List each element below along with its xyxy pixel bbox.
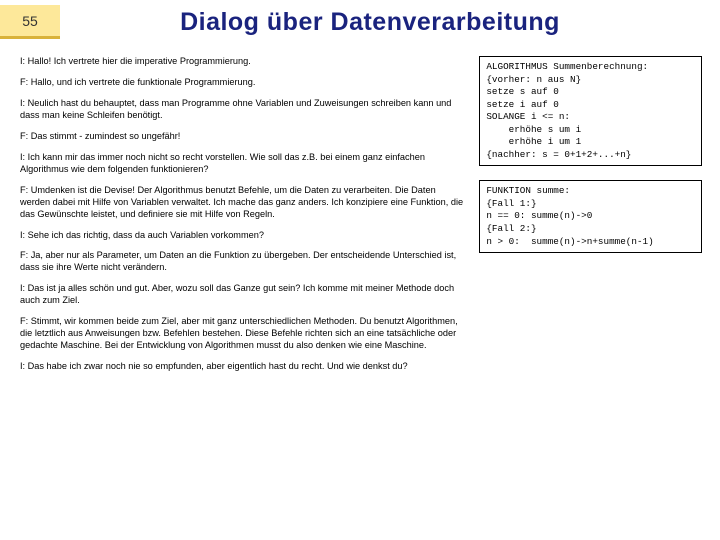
dialog-line: I: Neulich hast du behauptet, dass man P… <box>20 98 465 122</box>
dialog-column: I: Hallo! Ich vertrete hier die imperati… <box>20 56 465 382</box>
slide-number-text: 55 <box>22 13 38 29</box>
dialog-line: F: Stimmt, wir kommen beide zum Ziel, ab… <box>20 316 465 352</box>
dialog-line: I: Das habe ich zwar noch nie so empfund… <box>20 361 465 373</box>
code-box-algorithm: ALGORITHMUS Summenberechnung: {vorher: n… <box>479 56 702 166</box>
dialog-line: I: Ich kann mir das immer noch nicht so … <box>20 152 465 176</box>
dialog-line: F: Das stimmt - zumindest so ungefähr! <box>20 131 465 143</box>
dialog-line: I: Sehe ich das richtig, dass da auch Va… <box>20 230 465 242</box>
dialog-line: F: Umdenken ist die Devise! Der Algorith… <box>20 185 465 221</box>
code-column: ALGORITHMUS Summenberechnung: {vorher: n… <box>479 56 702 382</box>
slide-title: Dialog über Datenverarbeitung <box>60 8 720 37</box>
slide-header: 55 Dialog über Datenverarbeitung <box>0 0 720 44</box>
dialog-line: F: Ja, aber nur als Parameter, um Daten … <box>20 250 465 274</box>
slide-number: 55 <box>0 5 60 39</box>
slide-content: I: Hallo! Ich vertrete hier die imperati… <box>0 44 720 382</box>
slide: 55 Dialog über Datenverarbeitung I: Hall… <box>0 0 720 540</box>
dialog-line: I: Hallo! Ich vertrete hier die imperati… <box>20 56 465 68</box>
dialog-line: F: Hallo, und ich vertrete die funktiona… <box>20 77 465 89</box>
dialog-line: I: Das ist ja alles schön und gut. Aber,… <box>20 283 465 307</box>
code-box-function: FUNKTION summe: {Fall 1:} n == 0: summe(… <box>479 180 702 253</box>
